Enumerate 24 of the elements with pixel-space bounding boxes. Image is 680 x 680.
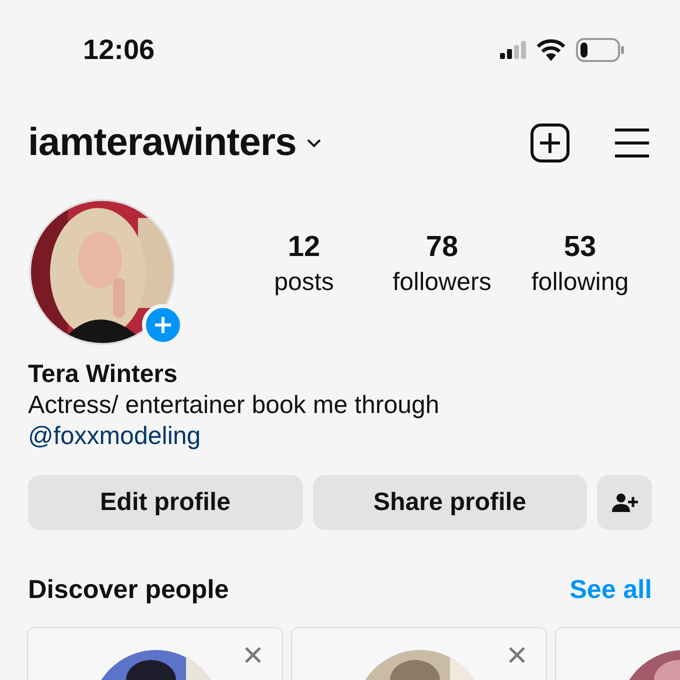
section-title: Discover people xyxy=(28,574,229,605)
signal-icon xyxy=(500,41,526,59)
chevron-down-icon[interactable] xyxy=(306,138,322,148)
add-person-button[interactable] xyxy=(597,475,652,530)
add-person-icon xyxy=(612,492,638,512)
stat-count[interactable]: 78 xyxy=(426,231,458,264)
close-icon[interactable] xyxy=(508,646,526,664)
create-icon[interactable] xyxy=(530,123,570,163)
profile-name: Tera Winters xyxy=(28,360,178,389)
edit-profile-button[interactable]: Edit profile xyxy=(28,475,302,530)
battery-icon xyxy=(576,38,624,62)
share-profile-button[interactable]: Share profile xyxy=(312,475,587,530)
wifi-icon xyxy=(536,39,566,61)
username[interactable]: iamterawinters xyxy=(28,121,296,165)
bio-text: Actress/ entertainer book me through xyxy=(28,391,440,420)
stat-label[interactable]: followers xyxy=(392,268,492,297)
stat-label[interactable]: posts xyxy=(274,268,334,297)
menu-icon[interactable] xyxy=(614,128,650,158)
stat-count[interactable]: 12 xyxy=(288,231,320,264)
stat-label[interactable]: following xyxy=(531,268,629,297)
stat-count[interactable]: 53 xyxy=(564,231,596,264)
bio-link[interactable]: @foxxmodeling xyxy=(28,422,201,451)
close-icon[interactable] xyxy=(244,646,262,664)
status-time: 12:06 xyxy=(83,34,155,66)
